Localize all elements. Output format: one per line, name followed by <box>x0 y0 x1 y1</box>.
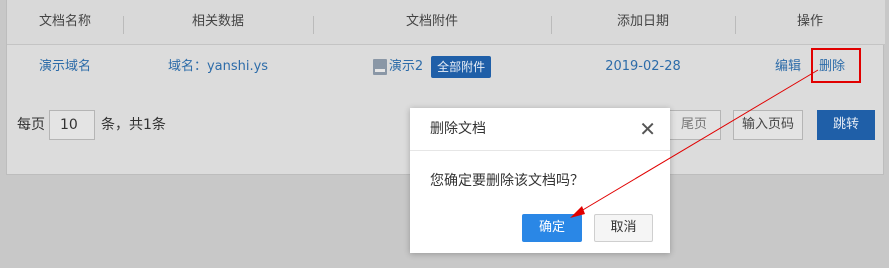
delete-confirm-dialog: 删除文档 ✕ 您确定要删除该文档吗？ 确定 取消 <box>410 108 670 253</box>
dialog-title: 删除文档 <box>430 121 486 137</box>
per-page-input[interactable] <box>49 110 95 140</box>
date-cell: 2019-02-28 <box>605 59 681 74</box>
delete-highlight-box <box>811 48 861 83</box>
close-icon[interactable]: ✕ <box>639 108 656 150</box>
dialog-message: 您确定要删除该文档吗？ <box>430 173 584 189</box>
doc-name-link[interactable]: 演示域名 <box>7 45 123 89</box>
col-header-related: 相关数据 <box>191 14 244 29</box>
col-header-attachment: 文档附件 <box>405 14 458 29</box>
table-header: 文档名称 相关数据 文档附件 添加日期 操作 <box>7 0 885 45</box>
edit-link[interactable]: 编辑 <box>768 45 808 89</box>
doc-file-icon <box>372 58 387 75</box>
go-button[interactable]: 跳转 <box>817 110 875 140</box>
confirm-button[interactable]: 确定 <box>522 214 582 242</box>
col-header-date: 添加日期 <box>616 14 669 29</box>
cancel-button[interactable]: 取消 <box>594 214 653 242</box>
dialog-header: 删除文档 ✕ <box>410 108 670 151</box>
col-header-name: 文档名称 <box>38 14 91 29</box>
attachment-cell: 演示2 全部附件 <box>313 45 551 89</box>
last-page-button[interactable]: 尾页 <box>667 110 721 140</box>
per-page-label: 每页 <box>17 117 45 133</box>
all-attachments-button[interactable]: 全部附件 <box>431 55 492 78</box>
total-count-label: 条，共1条 <box>101 117 166 133</box>
table-row: 演示域名 域名：yanshi.ys 演示2 全部附件 2019-02-28 编辑 … <box>7 45 885 89</box>
page-number-input[interactable]: 输入页码 <box>733 110 803 140</box>
attachment-link[interactable]: 演示2 <box>389 59 423 74</box>
col-header-actions: 操作 <box>796 14 823 29</box>
related-data: 域名：yanshi.ys <box>167 59 269 74</box>
